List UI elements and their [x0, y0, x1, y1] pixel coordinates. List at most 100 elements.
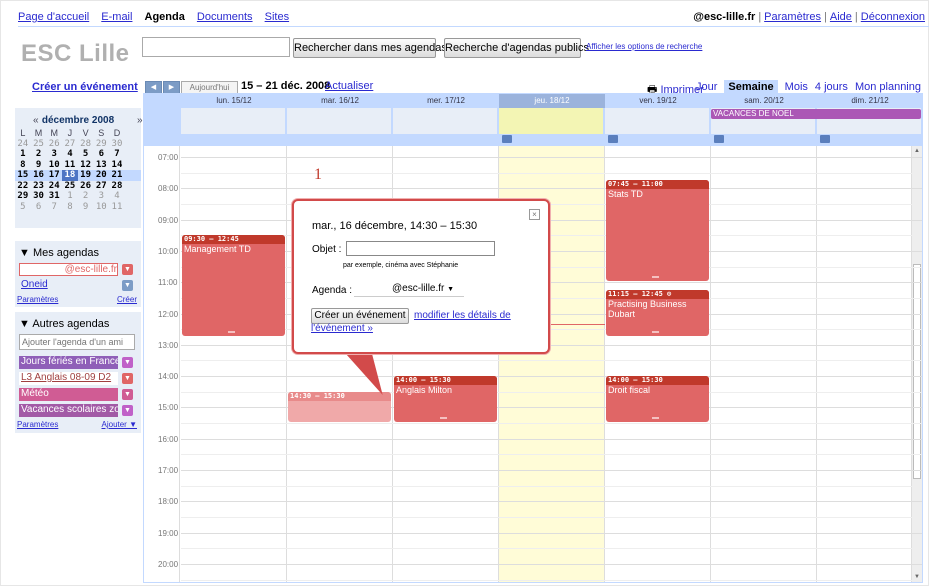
minical-day[interactable]: 25 [62, 181, 78, 192]
nav-email-link[interactable]: E-mail [101, 11, 132, 23]
minical-day[interactable]: 28 [109, 181, 125, 192]
minical-day[interactable]: 3 [93, 191, 109, 202]
all-day-cell[interactable] [393, 108, 498, 134]
holiday-event[interactable]: VACANCES DE NOEL [711, 109, 921, 119]
all-day-cell[interactable] [181, 108, 286, 134]
create-event-link[interactable]: Créer un événement [32, 81, 138, 93]
resize-handle[interactable] [440, 417, 448, 420]
expand-icon[interactable] [714, 135, 724, 143]
nav-sites-link[interactable]: Sites [265, 11, 289, 23]
minical-day[interactable]: 31 [46, 191, 62, 202]
minical-day[interactable]: 23 [31, 181, 47, 192]
agenda-item-vacances-menu-icon[interactable]: ▼ [122, 405, 133, 416]
help-link[interactable]: Aide [830, 11, 852, 23]
popup-agenda-select[interactable]: @esc-lille.fr ▼ [354, 283, 464, 297]
close-icon[interactable]: × [529, 209, 540, 220]
minical-next-button[interactable]: » [137, 115, 143, 126]
minical-day[interactable]: 28 [78, 139, 94, 150]
search-public-agendas-button[interactable]: Recherche d'agendas publics [444, 38, 589, 58]
search-my-agendas-button[interactable]: Rechercher dans mes agendas [293, 38, 447, 58]
minical-day[interactable]: 20 [93, 170, 109, 181]
minical-day[interactable]: 18 [62, 170, 78, 181]
popup-edit-details-link[interactable]: modifier les détails de l'événement » [311, 309, 521, 335]
agenda-item-main-menu-icon[interactable]: ▼ [122, 264, 133, 275]
calendar-event[interactable]: 14:00 – 15:30 Droit fiscal [606, 376, 709, 423]
settings-link[interactable]: Paramètres [764, 11, 821, 23]
agenda-item-holidays[interactable]: Jours fériés en France [19, 356, 118, 369]
minical-day[interactable]: 8 [15, 160, 31, 171]
resize-handle[interactable] [652, 330, 660, 333]
search-options-link[interactable]: Afficher les options de recherche [586, 42, 702, 51]
agenda-item-meteo-menu-icon[interactable]: ▼ [122, 389, 133, 400]
other-agendas-add-link[interactable]: Ajouter ▼ [102, 420, 138, 429]
minical-day[interactable]: 6 [93, 149, 109, 160]
add-friend-agenda-input[interactable] [19, 334, 135, 350]
my-agendas-title[interactable]: ▼ Mes agendas [19, 247, 99, 259]
logout-link[interactable]: Déconnexion [861, 11, 925, 23]
my-agendas-settings-link[interactable]: Paramètres [17, 295, 58, 304]
minical-day[interactable]: 30 [109, 139, 125, 150]
minical-day[interactable]: 2 [78, 191, 94, 202]
calendar-event[interactable]: 07:45 – 11:00 Stats TD [606, 180, 709, 282]
nav-documents-link[interactable]: Documents [197, 11, 253, 23]
popup-subject-input[interactable] [346, 241, 495, 256]
minical-day[interactable]: 4 [62, 149, 78, 160]
day-header[interactable]: sam. 20/12 [711, 94, 817, 108]
search-input[interactable] [142, 37, 290, 57]
minical-day[interactable]: 29 [93, 139, 109, 150]
resize-handle[interactable] [652, 417, 660, 420]
expand-icon[interactable] [608, 135, 618, 143]
my-agendas-create-link[interactable]: Créer [117, 295, 137, 304]
minical-day[interactable]: 5 [78, 149, 94, 160]
tab-4days[interactable]: 4 jours [815, 81, 848, 93]
minical-day[interactable]: 8 [62, 202, 78, 213]
minical-day[interactable]: 30 [31, 191, 47, 202]
resize-handle[interactable] [228, 330, 236, 333]
refresh-link[interactable]: Actualiser [325, 80, 373, 92]
agenda-item-meteo[interactable]: Météo [19, 388, 118, 401]
all-day-cell[interactable] [605, 108, 710, 134]
minical-day[interactable]: 6 [31, 202, 47, 213]
tab-day[interactable]: Jour [696, 81, 717, 93]
other-agendas-title[interactable]: ▼ Autres agendas [19, 318, 109, 330]
resize-handle[interactable] [652, 276, 660, 279]
minical-day[interactable]: 7 [109, 149, 125, 160]
minical-day[interactable]: 25 [31, 139, 47, 150]
agenda-item-l3-anglais-menu-icon[interactable]: ▼ [122, 373, 133, 384]
minical-day[interactable]: 11 [62, 160, 78, 171]
minical-day[interactable]: 24 [15, 139, 31, 150]
minical-day[interactable]: 10 [46, 160, 62, 171]
minical-day[interactable]: 26 [46, 139, 62, 150]
other-agendas-settings-link[interactable]: Paramètres [17, 420, 58, 429]
minical-day[interactable]: 16 [31, 170, 47, 181]
calendar-event[interactable]: 09:30 – 12:45 Management TD [182, 235, 285, 336]
tab-week[interactable]: Semaine [724, 80, 778, 94]
minical-day[interactable]: 3 [46, 149, 62, 160]
minical-day[interactable]: 19 [78, 170, 94, 181]
calendar-event[interactable]: 11:15 – 12:45 ⊙ Practising Business Dubar… [606, 290, 709, 336]
agenda-item-oneid-menu-icon[interactable]: ▼ [122, 280, 133, 291]
minical-day[interactable]: 27 [93, 181, 109, 192]
calendar-event[interactable]: 14:30 – 15:30 [288, 391, 391, 423]
minical-day[interactable]: 24 [46, 181, 62, 192]
calendar-event[interactable]: 14:00 – 15:30 Anglais Milton [394, 376, 497, 423]
agenda-item-vacances[interactable]: Vacances scolaires zone [19, 404, 118, 417]
expand-icon[interactable] [502, 135, 512, 143]
day-header[interactable]: mer. 17/12 [393, 94, 499, 108]
minical-day[interactable]: 26 [78, 181, 94, 192]
minical-day[interactable]: 9 [78, 202, 94, 213]
day-header[interactable]: lun. 15/12 [181, 94, 287, 108]
minical-day[interactable]: 15 [15, 170, 31, 181]
minical-day[interactable]: 11 [109, 202, 125, 213]
minical-day[interactable]: 12 [78, 160, 94, 171]
all-day-cell[interactable] [287, 108, 392, 134]
day-header[interactable]: dim. 21/12 [817, 94, 923, 108]
day-header[interactable]: jeu. 18/12 [499, 94, 605, 108]
minical-day[interactable]: 2 [31, 149, 47, 160]
day-header[interactable]: mar. 16/12 [287, 94, 393, 108]
agenda-item-main[interactable]: @esc-lille.fr [19, 263, 118, 276]
agenda-item-l3-anglais[interactable]: L3 Anglais 08-09 D2 [19, 372, 118, 385]
agenda-item-holidays-menu-icon[interactable]: ▼ [122, 357, 133, 368]
minical-day[interactable]: 22 [15, 181, 31, 192]
minical-day[interactable]: 17 [46, 170, 62, 181]
